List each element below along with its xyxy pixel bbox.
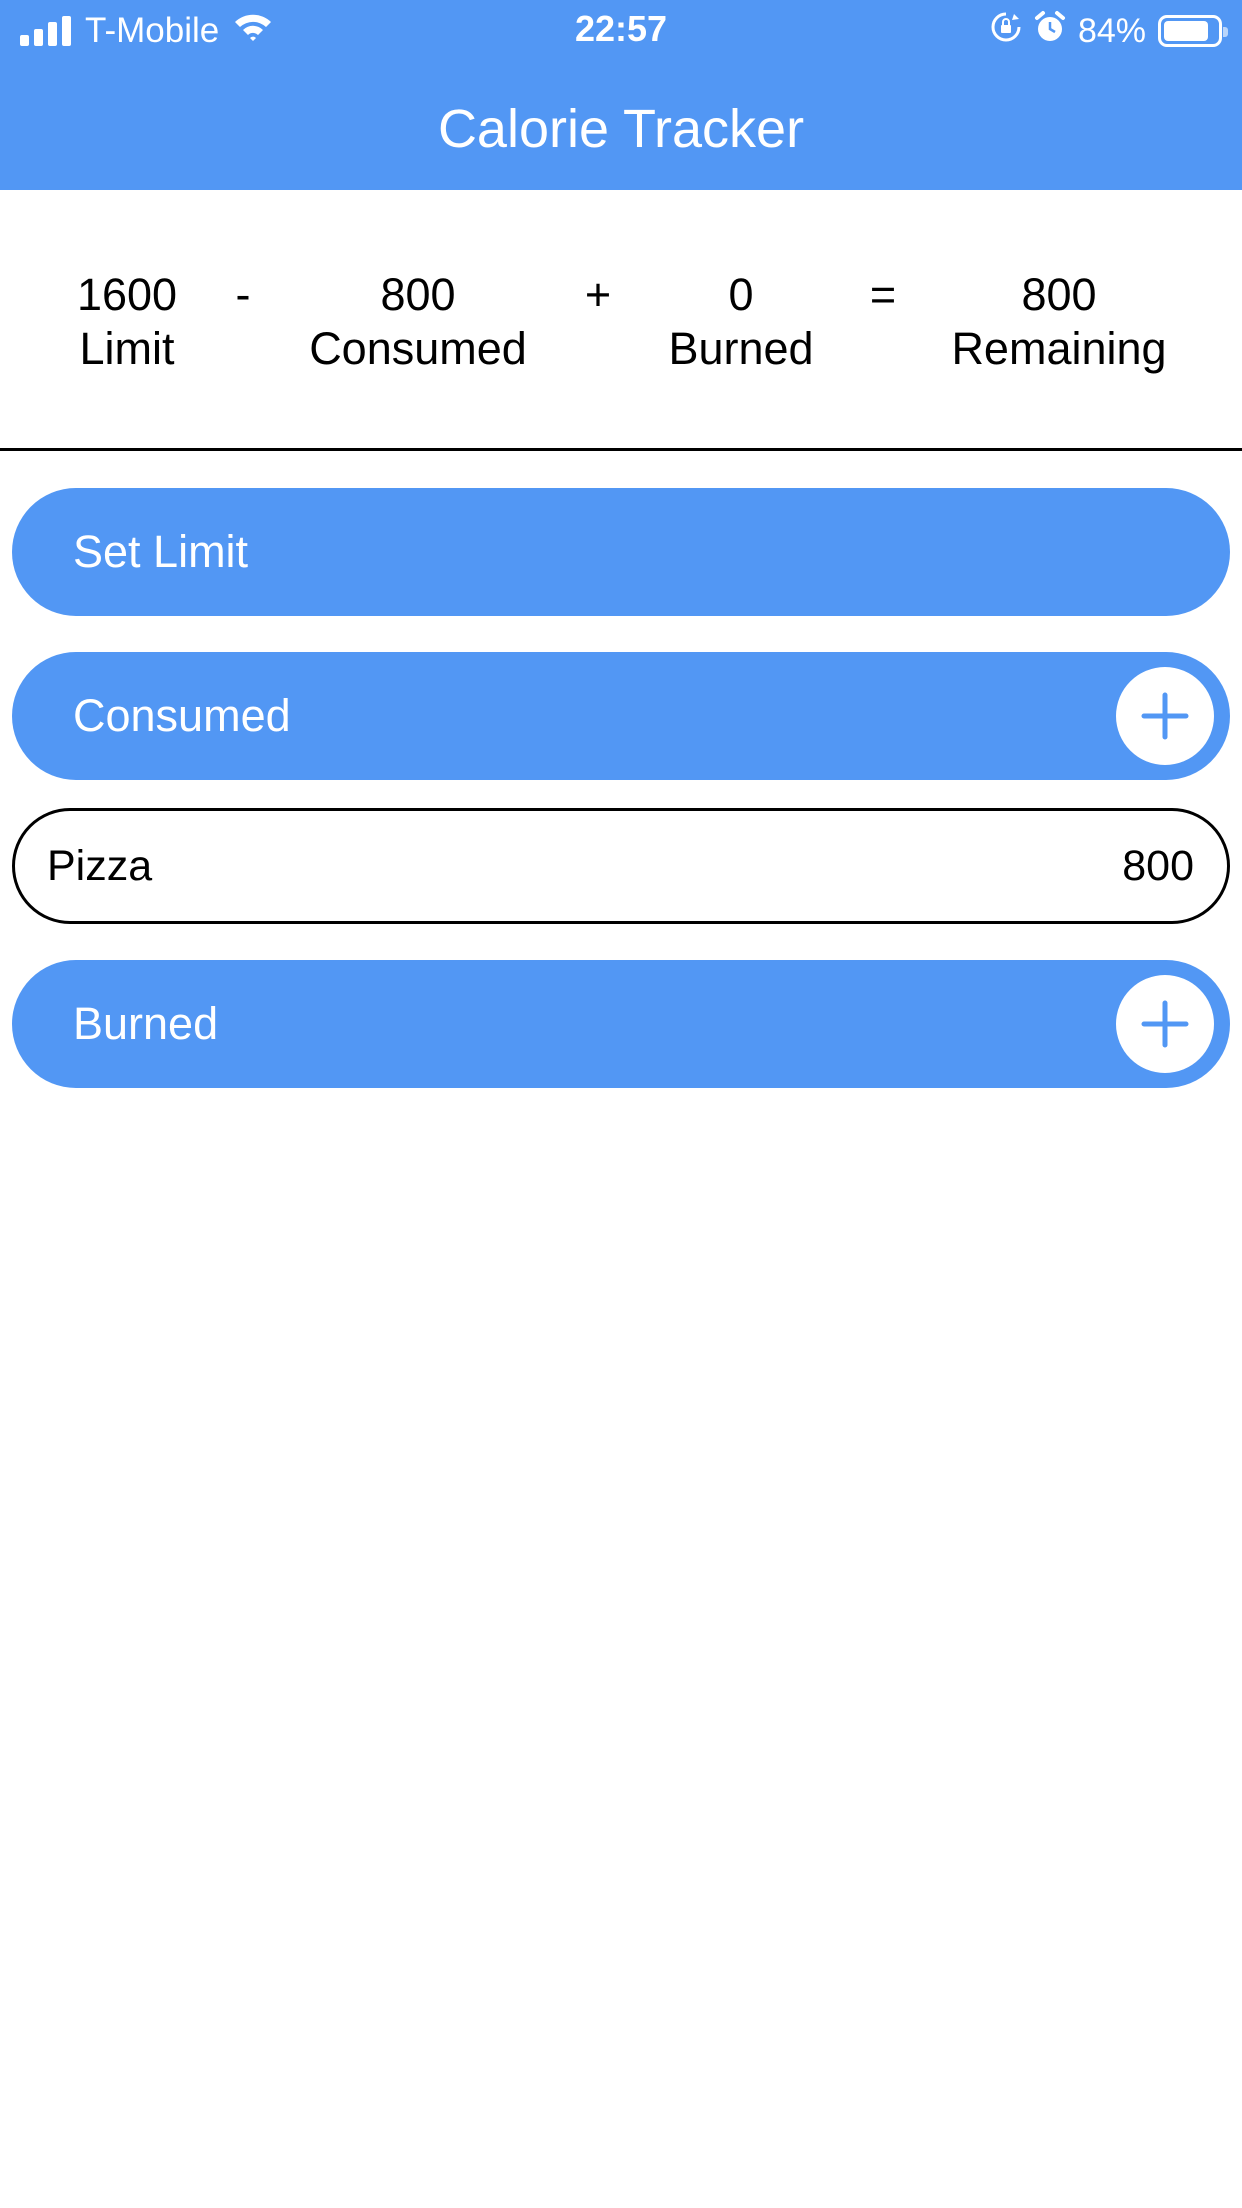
limit-value: 1600 [76,269,178,320]
consumed-item-calories: 800 [1122,842,1194,890]
remaining-label: Remaining [951,323,1167,374]
consumed-label: Consumed [309,323,527,374]
app-header: T-Mobile 22:57 84% Calorie Tracker [0,0,1242,190]
burned-label: Burned [668,323,814,374]
limit-label: Limit [79,323,175,374]
equals-operator: = [869,269,897,320]
calorie-summary: 1600 Limit - 800 Consumed + 0 Burned = 8… [0,268,1242,378]
consumed-item[interactable]: Pizza 800 [12,808,1230,924]
plus-icon [1141,692,1189,740]
summary-consumed: 800 Consumed [309,268,527,376]
plus-icon [1141,1000,1189,1048]
minus-operator: - [235,269,251,320]
summary-divider [0,448,1242,451]
burned-section-label: Burned [73,998,219,1049]
summary-burned: 0 Burned [668,268,813,376]
burned-value: 0 [728,269,754,320]
set-limit-button[interactable]: Set Limit [12,488,1230,616]
summary-remaining: 800 Remaining [951,268,1166,376]
burned-section-bar: Burned [12,960,1230,1088]
status-bar: T-Mobile 22:57 84% [0,0,1242,62]
alarm-icon [1034,10,1066,53]
battery-icon [1158,15,1228,47]
consumed-item-name: Pizza [47,842,153,890]
add-consumed-button[interactable] [1116,667,1214,765]
summary-limit: 1600 Limit [77,268,177,376]
plus-operator: + [584,269,612,320]
orientation-lock-icon [990,11,1022,52]
page-title: Calorie Tracker [437,99,805,159]
remaining-value: 800 [1021,269,1097,320]
consumed-value: 800 [380,269,456,320]
battery-percent: 84% [1077,11,1146,50]
status-right: 84% [990,10,1228,53]
consumed-section-label: Consumed [73,690,291,741]
consumed-section-bar: Consumed [12,652,1230,780]
set-limit-label: Set Limit [73,526,249,577]
add-burned-button[interactable] [1116,975,1214,1073]
battery-level [1164,21,1208,41]
